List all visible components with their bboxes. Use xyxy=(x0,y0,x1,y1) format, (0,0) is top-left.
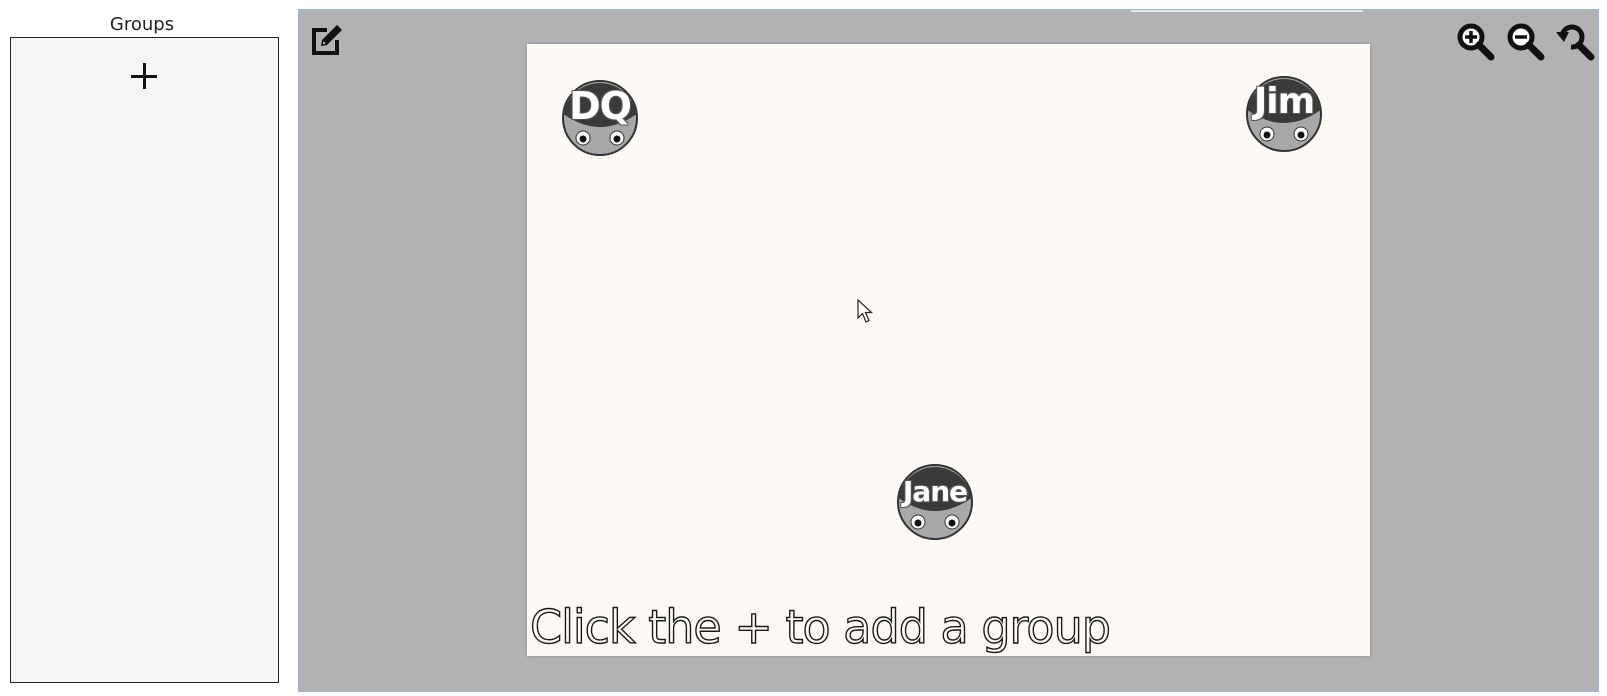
groups-panel xyxy=(10,37,279,683)
add-group-button[interactable] xyxy=(121,53,167,99)
edit-icon[interactable] xyxy=(307,20,347,60)
workspace[interactable]: DQ Jim Jane Click the + to add a group xyxy=(298,9,1599,692)
canvas[interactable]: DQ Jim Jane Click the + to add a group xyxy=(527,44,1370,656)
groups-title: Groups xyxy=(109,14,175,35)
zoom-reset-icon[interactable] xyxy=(1554,20,1598,64)
hint-text: Click the + to add a group xyxy=(529,599,1111,654)
zoom-in-icon[interactable] xyxy=(1454,20,1498,64)
member-name: Jane xyxy=(902,475,968,508)
member-name: Jim xyxy=(1253,81,1315,122)
member-avatar[interactable]: DQ xyxy=(560,78,640,158)
member-avatar[interactable]: Jim xyxy=(1244,74,1324,154)
plus-icon xyxy=(121,53,167,99)
mouse-cursor-icon xyxy=(857,298,875,325)
member-avatar[interactable]: Jane xyxy=(895,462,975,542)
workspace-top-tab xyxy=(1131,10,1363,12)
zoom-out-icon[interactable] xyxy=(1504,20,1548,64)
member-name: DQ xyxy=(569,84,632,128)
